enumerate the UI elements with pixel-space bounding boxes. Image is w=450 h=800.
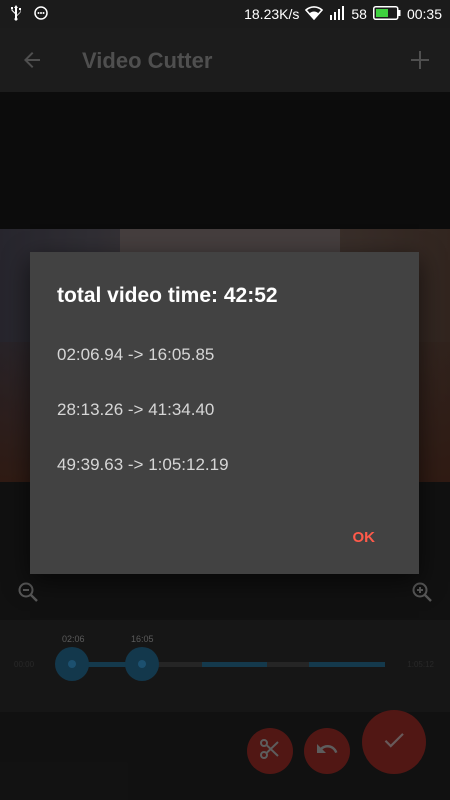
signal-icon [329,5,345,23]
status-bar-right: 18.23K/s 58 00:35 [244,5,442,23]
trim-handle-start[interactable] [55,647,89,681]
timeline-segment [309,662,385,667]
timeline-track[interactable] [72,662,385,667]
undo-button[interactable] [304,728,350,774]
zoom-in-icon[interactable] [410,580,434,609]
check-icon [381,727,407,758]
battery-icon [372,5,401,23]
network-speed: 18.23K/s [244,6,300,22]
handle-left-label: 02:06 [62,634,85,644]
status-bar: 18.23K/s 58 00:35 [0,0,450,28]
clock: 00:35 [406,6,442,22]
dialog-title: total video time: 42:52 [57,284,278,307]
timeline-segment [202,662,267,667]
usb-icon [10,5,22,24]
timeline-start-time: 00:00 [14,660,35,669]
handle-right-label: 16:05 [131,634,154,644]
confirm-button[interactable] [362,710,426,774]
info-dialog: total video time: 42:52 02:06.94 -> 16:0… [30,252,419,574]
battery-level: 58 [351,6,367,22]
trim-handle-end[interactable] [125,647,159,681]
app-bar: Video Cutter [0,28,450,92]
segment-range: 28:13.26 -> 41:34.40 [57,400,215,419]
ok-button[interactable]: OK [353,529,376,546]
screen: 18.23K/s 58 00:35 Video Cutter 00:00 1:0… [0,0,450,800]
cut-button[interactable] [247,728,293,774]
status-bar-left [10,5,48,24]
plus-icon[interactable] [408,48,432,77]
segment-range: 49:39.63 -> 1:05:12.19 [57,455,229,474]
timeline-end-time: 1:05:12 [407,660,434,669]
notification-icon [34,6,48,23]
segment-range: 02:06.94 -> 16:05.85 [57,345,215,364]
video-letterbox [0,92,450,229]
page-title: Video Cutter [82,48,213,73]
wifi-icon [305,5,324,23]
scissors-icon [258,737,282,766]
arrow-left-icon[interactable] [20,48,44,77]
zoom-out-icon[interactable] [16,580,40,609]
undo-icon [315,737,339,766]
